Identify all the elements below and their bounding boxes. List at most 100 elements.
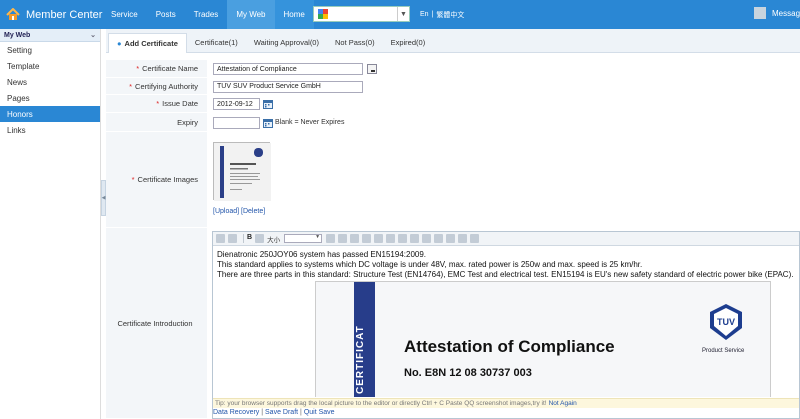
lang-zh[interactable]: 繁體中文 — [436, 10, 464, 20]
editor-body[interactable]: Dienatronic 250JOY06 system has passed E… — [213, 247, 799, 397]
user-menu[interactable]: Messag — [754, 7, 800, 19]
nav-trades[interactable]: Trades — [185, 0, 228, 29]
brand[interactable]: Member Center — [6, 0, 102, 29]
data-recovery-link[interactable]: Data Recovery — [213, 409, 259, 416]
bold-icon[interactable]: B — [247, 234, 252, 243]
tip-bar: Tip: your browser supports drag the loca… — [213, 398, 799, 408]
avatar — [754, 7, 766, 19]
font-color-icon[interactable] — [255, 234, 265, 243]
certificate-thumbnail-image — [214, 143, 271, 201]
app-title: Member Center — [26, 8, 103, 21]
editor-toolbar: B 大小 ▼ — [213, 232, 799, 246]
certificate-band-text: CERTIFICAT — [355, 325, 366, 394]
sidebar: My Web ⌄ Setting Template News Pages Hon… — [0, 29, 101, 419]
image-icon[interactable] — [350, 234, 360, 243]
picker-icon[interactable] — [367, 64, 377, 74]
label-certifying-authority: * Certifying Authority — [106, 78, 207, 95]
hr-icon[interactable] — [386, 234, 396, 243]
upload-link[interactable]: [Upload] — [213, 208, 239, 215]
nav-posts[interactable]: Posts — [147, 0, 185, 29]
sidebar-item-template[interactable]: Template — [0, 58, 100, 74]
link-icon[interactable] — [326, 234, 336, 243]
google-icon — [318, 9, 328, 19]
sidebar-item-setting[interactable]: Setting — [0, 42, 100, 58]
issue-date-input[interactable]: 2012-09-12 — [213, 98, 260, 110]
main-nav: Service Posts Trades My Web Home — [102, 0, 314, 29]
calendar-icon[interactable] — [263, 99, 273, 109]
rich-text-editor: B 大小 ▼ Dienatronic 250JOY06 system has p… — [212, 231, 800, 419]
sidebar-item-news[interactable]: News — [0, 74, 100, 90]
top-bar: Member Center Service Posts Trades My We… — [0, 0, 800, 29]
language-switch: En | 繁體中文 — [420, 0, 467, 29]
sidebar-item-links[interactable]: Links — [0, 122, 100, 138]
nav-home[interactable]: Home — [274, 0, 314, 29]
font-size-label[interactable]: 大小 — [267, 234, 280, 244]
tuv-logo-text: TUV — [717, 317, 735, 327]
editor-footer-links: Data Recovery | Save Draft | Quit Save — [213, 409, 335, 416]
quit-save-link[interactable]: Quit Save — [304, 409, 335, 416]
label-expiry: Expiry — [106, 113, 207, 132]
certificate-number: No. E8N 12 08 30737 003 — [404, 367, 532, 379]
toolbar-divider — [243, 234, 244, 243]
row-certificate-images: * Certificate Images [Upload] [Delete] — [106, 132, 800, 228]
intro-line-3: There are three parts in this standard: … — [217, 270, 794, 279]
intro-line-1: Dienatronic 250JOY06 system has passed E… — [217, 250, 427, 259]
source-icon[interactable] — [216, 234, 225, 243]
certificate-thumbnail[interactable] — [213, 142, 271, 201]
attachment-icon[interactable] — [458, 234, 468, 243]
row-expiry: Expiry Blank = Never Expires — [106, 113, 800, 132]
expiry-hint: Blank = Never Expires — [275, 119, 345, 126]
label-certificate-name: * Certificate Name — [106, 60, 207, 78]
certificate-image[interactable]: CERTIFICAT Attestation of Compliance No.… — [315, 281, 771, 397]
tab-certificate[interactable]: Certificate(1) — [187, 33, 246, 52]
align-center-icon[interactable] — [422, 234, 432, 243]
template-icon[interactable] — [228, 234, 237, 243]
tab-waiting-approval[interactable]: Waiting Approval(0) — [246, 33, 327, 52]
table-icon[interactable] — [374, 234, 384, 243]
label-certificate-images: * Certificate Images — [106, 132, 207, 228]
save-draft-link[interactable]: Save Draft — [265, 409, 298, 416]
fullscreen-icon[interactable] — [470, 234, 480, 243]
calendar-icon[interactable] — [263, 118, 273, 128]
sidebar-header[interactable]: My Web ⌄ — [0, 29, 100, 42]
unlink-icon[interactable] — [338, 234, 348, 243]
certifying-authority-input[interactable]: TUV SUV Product Service GmbH — [213, 80, 363, 93]
sidebar-item-honors[interactable]: Honors — [0, 106, 100, 122]
lang-divider: | — [431, 11, 434, 18]
align-right-icon[interactable] — [434, 234, 444, 243]
certificate-title: Attestation of Compliance — [404, 337, 615, 356]
special-char-icon[interactable] — [398, 234, 408, 243]
expiry-input[interactable] — [213, 116, 260, 129]
tuv-logo-icon: TUV — [710, 304, 742, 340]
delete-link[interactable]: [Delete] — [241, 208, 265, 215]
image-actions: [Upload] [Delete] — [213, 208, 265, 215]
align-left-icon[interactable] — [410, 234, 420, 243]
font-family-select[interactable]: ▼ — [284, 234, 323, 243]
plus-icon: ● — [117, 39, 122, 48]
label-issue-date: * Issue Date — [106, 95, 207, 113]
sidebar-title: My Web — [4, 31, 31, 39]
label-certificate-introduction: Certificate Introduction — [106, 228, 207, 419]
chevron-down-icon[interactable]: ▼ — [397, 7, 409, 21]
tab-not-pass[interactable]: Not Pass(0) — [327, 33, 383, 52]
site-select[interactable]: ▼ — [313, 6, 410, 22]
sidebar-item-pages[interactable]: Pages — [0, 90, 100, 106]
lang-en[interactable]: En — [420, 11, 429, 18]
chevron-down-icon: ▼ — [315, 234, 321, 240]
not-again-link[interactable]: Not Again — [549, 400, 577, 407]
justify-icon[interactable] — [446, 234, 456, 243]
nav-my-web[interactable]: My Web — [227, 0, 275, 29]
certificate-name-input[interactable]: Attestation of Compliance — [213, 63, 363, 75]
chevron-down-icon: ⌄ — [90, 32, 96, 39]
row-certificate-name: * Certificate Name Attestation of Complia… — [106, 60, 800, 78]
tab-add-certificate[interactable]: ● Add Certificate — [108, 33, 187, 53]
user-label: Messag — [772, 8, 800, 18]
tip-text: Tip: your browser supports drag the loca… — [215, 400, 547, 407]
tab-bar: ● Add Certificate Certificate(1) Waiting… — [106, 29, 800, 53]
row-issue-date: * Issue Date 2012-09-12 — [106, 95, 800, 113]
tuv-logo-subtitle: Product Service — [702, 348, 745, 354]
intro-line-2: This standard applies to systems which D… — [217, 260, 643, 269]
flash-icon[interactable] — [362, 234, 372, 243]
tab-expired[interactable]: Expired(0) — [383, 33, 434, 52]
nav-service[interactable]: Service — [102, 0, 147, 29]
